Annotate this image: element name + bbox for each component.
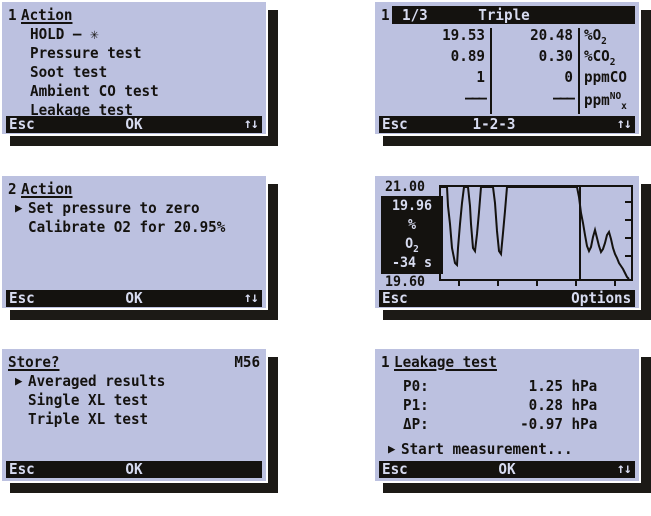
menu-item-calibrate-o2[interactable]: Calibrate O2 for 20.95% [28, 220, 225, 235]
softkey-esc[interactable]: Esc [382, 291, 408, 306]
memory-slot-badge: M56 [234, 353, 260, 371]
lcd-screen-action-calibration: 2 Action ▶ Set pressure to zero Calibrat… [0, 174, 268, 310]
updown-arrows-icon[interactable]: ↑↓ [244, 291, 259, 306]
unit-row3: ppmCO [584, 68, 627, 86]
status-bar: Esc OK [6, 461, 262, 478]
page-title: Action [21, 6, 73, 24]
row-label-p1: P1: [403, 396, 429, 414]
panel-index: 1 [381, 353, 390, 371]
softkey-esc[interactable]: Esc [382, 117, 408, 132]
screenshot-root: 1 Action HOLD – ✳ Pressure test Soot tes… [0, 0, 651, 516]
selection-cursor-icon: ▶ [15, 374, 23, 389]
measurement-header-bar: 1/3 Triple [392, 6, 635, 24]
softkey-ok[interactable]: OK [125, 117, 142, 132]
row-value-p1: 0.28 hPa [528, 396, 597, 414]
softkey-123[interactable]: 1-2-3 [473, 117, 516, 132]
lcd-screen-action-menu: 1 Action HOLD – ✳ Pressure test Soot tes… [0, 0, 268, 136]
status-bar: Esc OK ↑↓ [6, 116, 262, 133]
cell-col2-row3: 0 [564, 68, 573, 86]
header-page-indicator: 1/3 [402, 6, 428, 24]
softkey-esc[interactable]: Esc [9, 117, 35, 132]
menu-item-ambient-co-test[interactable]: Ambient CO test [30, 84, 159, 99]
lcd-screen-store-dialog: Store? M56 ▶ Averaged results Single XL … [0, 347, 268, 483]
updown-arrows-icon[interactable]: ↑↓ [617, 117, 632, 132]
row-value-p0: 1.25 hPa [528, 377, 597, 395]
softkey-ok[interactable]: OK [498, 462, 515, 477]
page-title: Action [21, 180, 73, 198]
selection-cursor-icon: ▶ [388, 442, 396, 457]
lcd-screen-leakage-test: 1 Leakage test P0: 1.25 hPa P1: 0.28 hPa… [373, 347, 641, 483]
cell-col1-row3: 1 [476, 68, 485, 86]
panel-action-menu: 1 Action HOLD – ✳ Pressure test Soot tes… [0, 0, 278, 146]
cell-col2-row2: 0.30 [538, 47, 573, 65]
softkey-ok[interactable]: OK [125, 291, 142, 306]
cell-col1-row2: 0.89 [450, 47, 485, 65]
selection-cursor-icon: ▶ [15, 201, 23, 216]
cell-col2-row4: ——— [552, 89, 575, 107]
page-title: Leakage test [394, 353, 497, 371]
unit-row1: %O2 [584, 26, 607, 47]
softkey-options[interactable]: Options [571, 291, 631, 306]
unit-row2: %CO2 [584, 47, 616, 68]
column-divider-1 [490, 28, 492, 114]
unit-row4: ppmNOx [584, 91, 627, 112]
status-bar: Esc 1-2-3 ↑↓ [379, 116, 635, 133]
panel-triple-measurement: 1 1/3 Triple 19.53 20.48 %O2 0.89 0.30 %… [373, 0, 651, 146]
panel-index: 2 [8, 180, 17, 198]
cell-col1-row1: 19.53 [442, 26, 485, 44]
softkey-esc[interactable]: Esc [9, 462, 35, 477]
status-bar: Esc OK ↑↓ [6, 290, 262, 307]
panel-index: 1 [8, 6, 17, 24]
menu-item-averaged-results[interactable]: Averaged results [28, 374, 165, 389]
dialog-title: Store? [8, 353, 60, 371]
row-label-p0: P0: [403, 377, 429, 395]
menu-item-single-xl-test[interactable]: Single XL test [28, 393, 148, 408]
menu-item-set-pressure-to-zero[interactable]: Set pressure to zero [28, 201, 200, 216]
panel-leakage-test: 1 Leakage test P0: 1.25 hPa P1: 0.28 hPa… [373, 347, 651, 502]
softkey-esc[interactable]: Esc [9, 291, 35, 306]
menu-item-triple-xl-test[interactable]: Triple XL test [28, 412, 148, 427]
column-divider-2 [578, 28, 580, 114]
panel-index: 1 [381, 6, 390, 24]
status-bar: Esc Options [379, 290, 635, 307]
panel-trend-graph: 21.00 19.60 19.96 % O2 -34 s Esc Options [373, 174, 651, 320]
row-value-delta-p: -0.97 hPa [519, 415, 597, 433]
updown-arrows-icon[interactable]: ↑↓ [244, 117, 259, 132]
lcd-screen-triple-measurement: 1 1/3 Triple 19.53 20.48 %O2 0.89 0.30 %… [373, 0, 641, 136]
lcd-screen-trend-graph: 21.00 19.60 19.96 % O2 -34 s Esc Options [373, 174, 641, 310]
header-mode-label: Triple [478, 6, 530, 24]
cell-col2-row1: 20.48 [530, 26, 573, 44]
trend-series-o2 [441, 186, 630, 280]
cell-col1-row4: ——— [464, 89, 487, 107]
updown-arrows-icon[interactable]: ↑↓ [617, 462, 632, 477]
menu-item-pressure-test[interactable]: Pressure test [30, 46, 142, 61]
action-start-measurement[interactable]: Start measurement... [401, 442, 573, 457]
panel-store-dialog: Store? M56 ▶ Averaged results Single XL … [0, 347, 278, 502]
trend-chart[interactable] [375, 176, 641, 288]
menu-item-hold[interactable]: HOLD – ✳ [30, 27, 99, 42]
row-label-delta-p: ΔP: [403, 415, 429, 433]
panel-action-calibration: 2 Action ▶ Set pressure to zero Calibrat… [0, 174, 278, 320]
menu-item-soot-test[interactable]: Soot test [30, 65, 107, 80]
softkey-esc[interactable]: Esc [382, 462, 408, 477]
status-bar: Esc OK ↑↓ [379, 461, 635, 478]
softkey-ok[interactable]: OK [125, 462, 142, 477]
